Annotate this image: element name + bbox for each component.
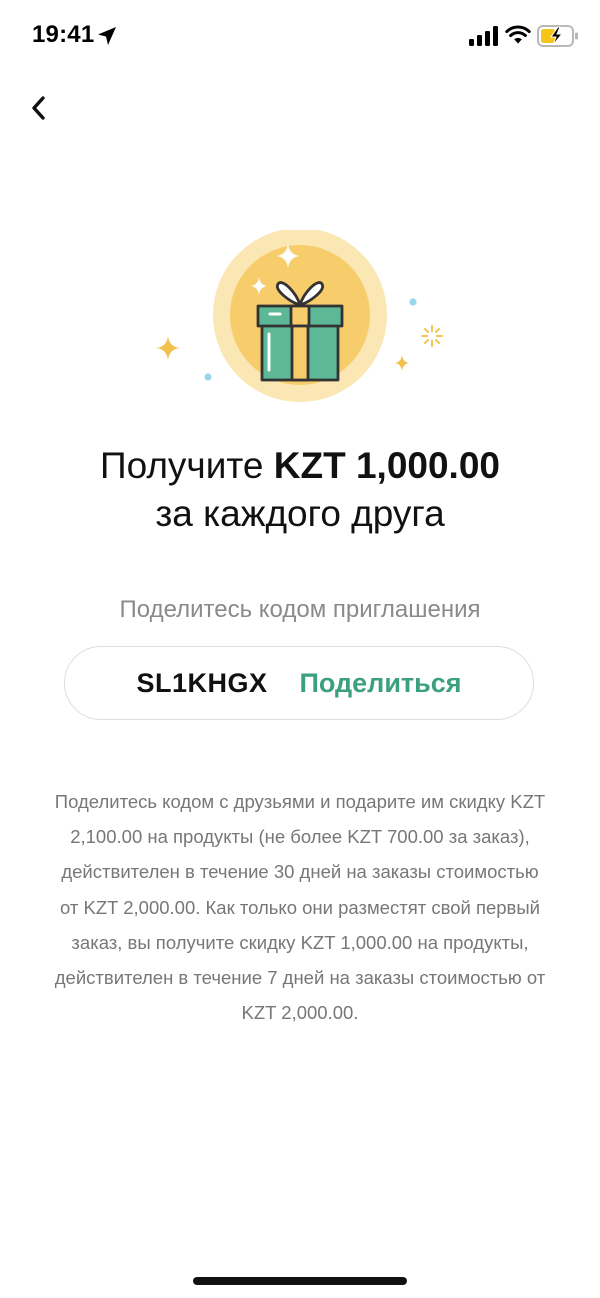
chevron-left-icon [32, 96, 45, 120]
share-button[interactable]: Поделиться [299, 668, 461, 699]
wifi-icon [505, 25, 531, 44]
share-code-label: Поделитесь кодом приглашения [119, 596, 481, 623]
dot-icon [409, 298, 417, 306]
status-time: 19:41 [32, 21, 95, 48]
headline-line-2: за каждого друга [155, 493, 445, 534]
status-bar: 19:41 [0, 0, 600, 80]
invite-code[interactable]: SL1KHGX [136, 668, 267, 699]
battery-charging-icon [537, 25, 578, 47]
headline-line-1: Получите KZT 1,000.00 [0, 442, 600, 490]
reward-amount: KZT 1,000.00 [273, 445, 500, 486]
back-button[interactable] [20, 88, 60, 128]
home-indicator[interactable] [193, 1277, 407, 1285]
cellular-signal-icon [469, 26, 498, 46]
sparkle-icon [156, 336, 180, 360]
location-arrow-icon [98, 27, 116, 45]
dot-icon [204, 373, 212, 381]
headline-prefix: Получите [99, 445, 274, 486]
burst-icon [421, 325, 443, 347]
headline: Получите KZT 1,000.00 за каждого друга [0, 442, 600, 538]
sparkle-icon [395, 355, 409, 371]
gift-illustration [156, 230, 443, 402]
referral-description: Поделитесь кодом с друзьями и подарите и… [54, 791, 546, 1024]
invite-code-box: SL1KHGX Поделиться [64, 646, 534, 720]
